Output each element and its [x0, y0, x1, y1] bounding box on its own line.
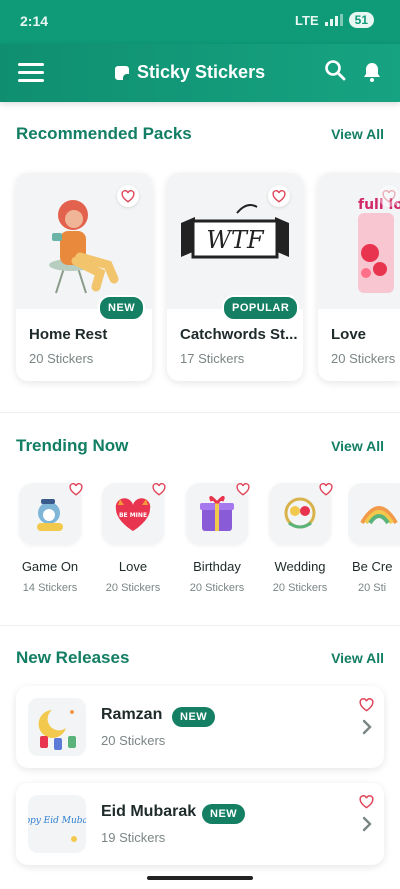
heart-icon[interactable]: [236, 483, 250, 496]
pack-name: Home Rest: [29, 326, 108, 343]
chevron-right-icon[interactable]: [360, 815, 374, 833]
heart-icon[interactable]: [359, 795, 374, 809]
heart-icon[interactable]: [152, 483, 166, 496]
trending-thumb: BE MINE: [102, 483, 166, 545]
svg-text:Happy Eid Mubarak: Happy Eid Mubarak: [28, 816, 86, 826]
trending-item-birthday[interactable]: Birthday 20 Stickers: [182, 483, 252, 594]
ramzan-sticker-icon: [38, 710, 76, 750]
pack-card-love[interactable]: full love Love 20 Stickers: [318, 173, 400, 381]
pack-card-catchwords[interactable]: WTF POPULAR Catchwords St... 17 Stickers: [167, 173, 303, 381]
recommended-header: Recommended Packs View All: [16, 124, 384, 144]
trending-name: Love: [118, 559, 148, 574]
trending-view-all-link[interactable]: View All: [331, 438, 384, 454]
new-badge: NEW: [172, 707, 216, 727]
new-badge: NEW: [98, 295, 146, 321]
release-card-ramzan[interactable]: Ramzan NEW 20 Stickers: [16, 686, 384, 768]
pack-image: full love: [318, 173, 400, 309]
release-card-eid-mubarak[interactable]: Happy Eid Mubarak Eid Mubarak NEW 19 Sti…: [10, 783, 384, 865]
app-bar: Sticky Stickers: [0, 44, 400, 102]
bell-icon: [364, 63, 380, 82]
menu-button[interactable]: [18, 63, 44, 83]
status-bar: 2:14 LTE 51: [0, 0, 400, 44]
trending-header: Trending Now View All: [16, 436, 384, 456]
pack-favorite-button[interactable]: [117, 185, 139, 207]
release-name: Eid Mubarak: [101, 803, 197, 820]
pack-image: NEW: [16, 173, 152, 321]
battery-indicator: 51: [348, 12, 374, 28]
release-count: 19 Stickers: [101, 830, 166, 845]
sticker-logo-icon: [115, 65, 129, 80]
home-indicator[interactable]: [147, 876, 253, 880]
heart-icon[interactable]: [69, 483, 83, 496]
new-releases-header: New Releases View All: [16, 648, 384, 668]
release-thumb: [28, 698, 86, 756]
trending-name: Game On: [21, 559, 79, 574]
heart-icon: [121, 189, 135, 203]
pack-image: WTF POPULAR: [167, 173, 303, 321]
pack-count: 20 Stickers: [331, 351, 396, 366]
new-releases-view-all-link[interactable]: View All: [331, 650, 384, 666]
trending-count: 20 Sti: [358, 582, 387, 594]
release-name: Ramzan: [101, 706, 163, 723]
pack-card-home-rest[interactable]: NEW Home Rest 20 Stickers: [16, 173, 152, 381]
trending-item-wedding[interactable]: Wedding 20 Stickers: [265, 483, 335, 594]
trending-thumb: [269, 483, 333, 545]
heart-icon[interactable]: [359, 698, 374, 712]
trending-count: 20 Stickers: [105, 582, 161, 594]
svg-text:BE MINE: BE MINE: [119, 512, 147, 519]
heart-icon: [382, 189, 396, 203]
app-title: Sticky Stickers: [115, 62, 265, 83]
search-icon: [325, 60, 346, 81]
notifications-button[interactable]: [360, 60, 384, 84]
release-count: 20 Stickers: [101, 733, 166, 748]
new-releases-title: New Releases: [16, 648, 130, 667]
chevron-right-icon[interactable]: [360, 718, 374, 736]
recommended-title: Recommended Packs: [16, 124, 192, 143]
eid-mubarak-sticker-icon: Happy Eid Mubarak: [10, 816, 103, 842]
heart-icon[interactable]: [319, 483, 333, 496]
pack-name: Love: [331, 326, 367, 343]
trending-name: Birthday: [193, 559, 241, 574]
section-divider: [0, 412, 400, 413]
be-creative-sticker-icon: [360, 506, 398, 525]
new-badge: NEW: [202, 804, 246, 824]
trending-thumb: [348, 483, 400, 545]
trending-item-game-on[interactable]: Game On 14 Stickers: [15, 483, 85, 594]
pack-count: 20 Stickers: [29, 351, 94, 366]
recommended-view-all-link[interactable]: View All: [331, 126, 384, 142]
trending-item-be-creative[interactable]: Be Cre 20 Sti: [348, 483, 400, 594]
trending-thumb: [19, 483, 83, 545]
pack-favorite-button[interactable]: [378, 185, 400, 207]
popular-badge: POPULAR: [222, 295, 300, 321]
trending-thumb: [186, 483, 250, 545]
trending-name: Wedding: [274, 559, 326, 574]
search-button[interactable]: [323, 58, 347, 82]
release-thumb: Happy Eid Mubarak: [10, 795, 103, 853]
status-right: LTE 51: [295, 12, 374, 28]
trending-name: Be Cre: [352, 559, 393, 574]
trending-item-love[interactable]: BE MINE Love 20 Stickers: [98, 483, 168, 594]
signal-icon: [324, 14, 343, 26]
pack-count: 17 Stickers: [180, 351, 245, 366]
trending-count: 20 Stickers: [272, 582, 328, 594]
pack-name: Catchwords St...: [180, 326, 298, 343]
status-time: 2:14: [20, 13, 49, 29]
heart-icon: [272, 189, 286, 203]
network-label: LTE: [295, 12, 319, 28]
svg-text:WTF: WTF: [206, 226, 265, 254]
app-title-text: Sticky Stickers: [137, 62, 266, 82]
trending-count: 14 Stickers: [22, 582, 78, 594]
trending-count: 20 Stickers: [189, 582, 245, 594]
trending-title: Trending Now: [16, 436, 129, 455]
section-divider: [0, 625, 400, 626]
pack-favorite-button[interactable]: [268, 185, 290, 207]
